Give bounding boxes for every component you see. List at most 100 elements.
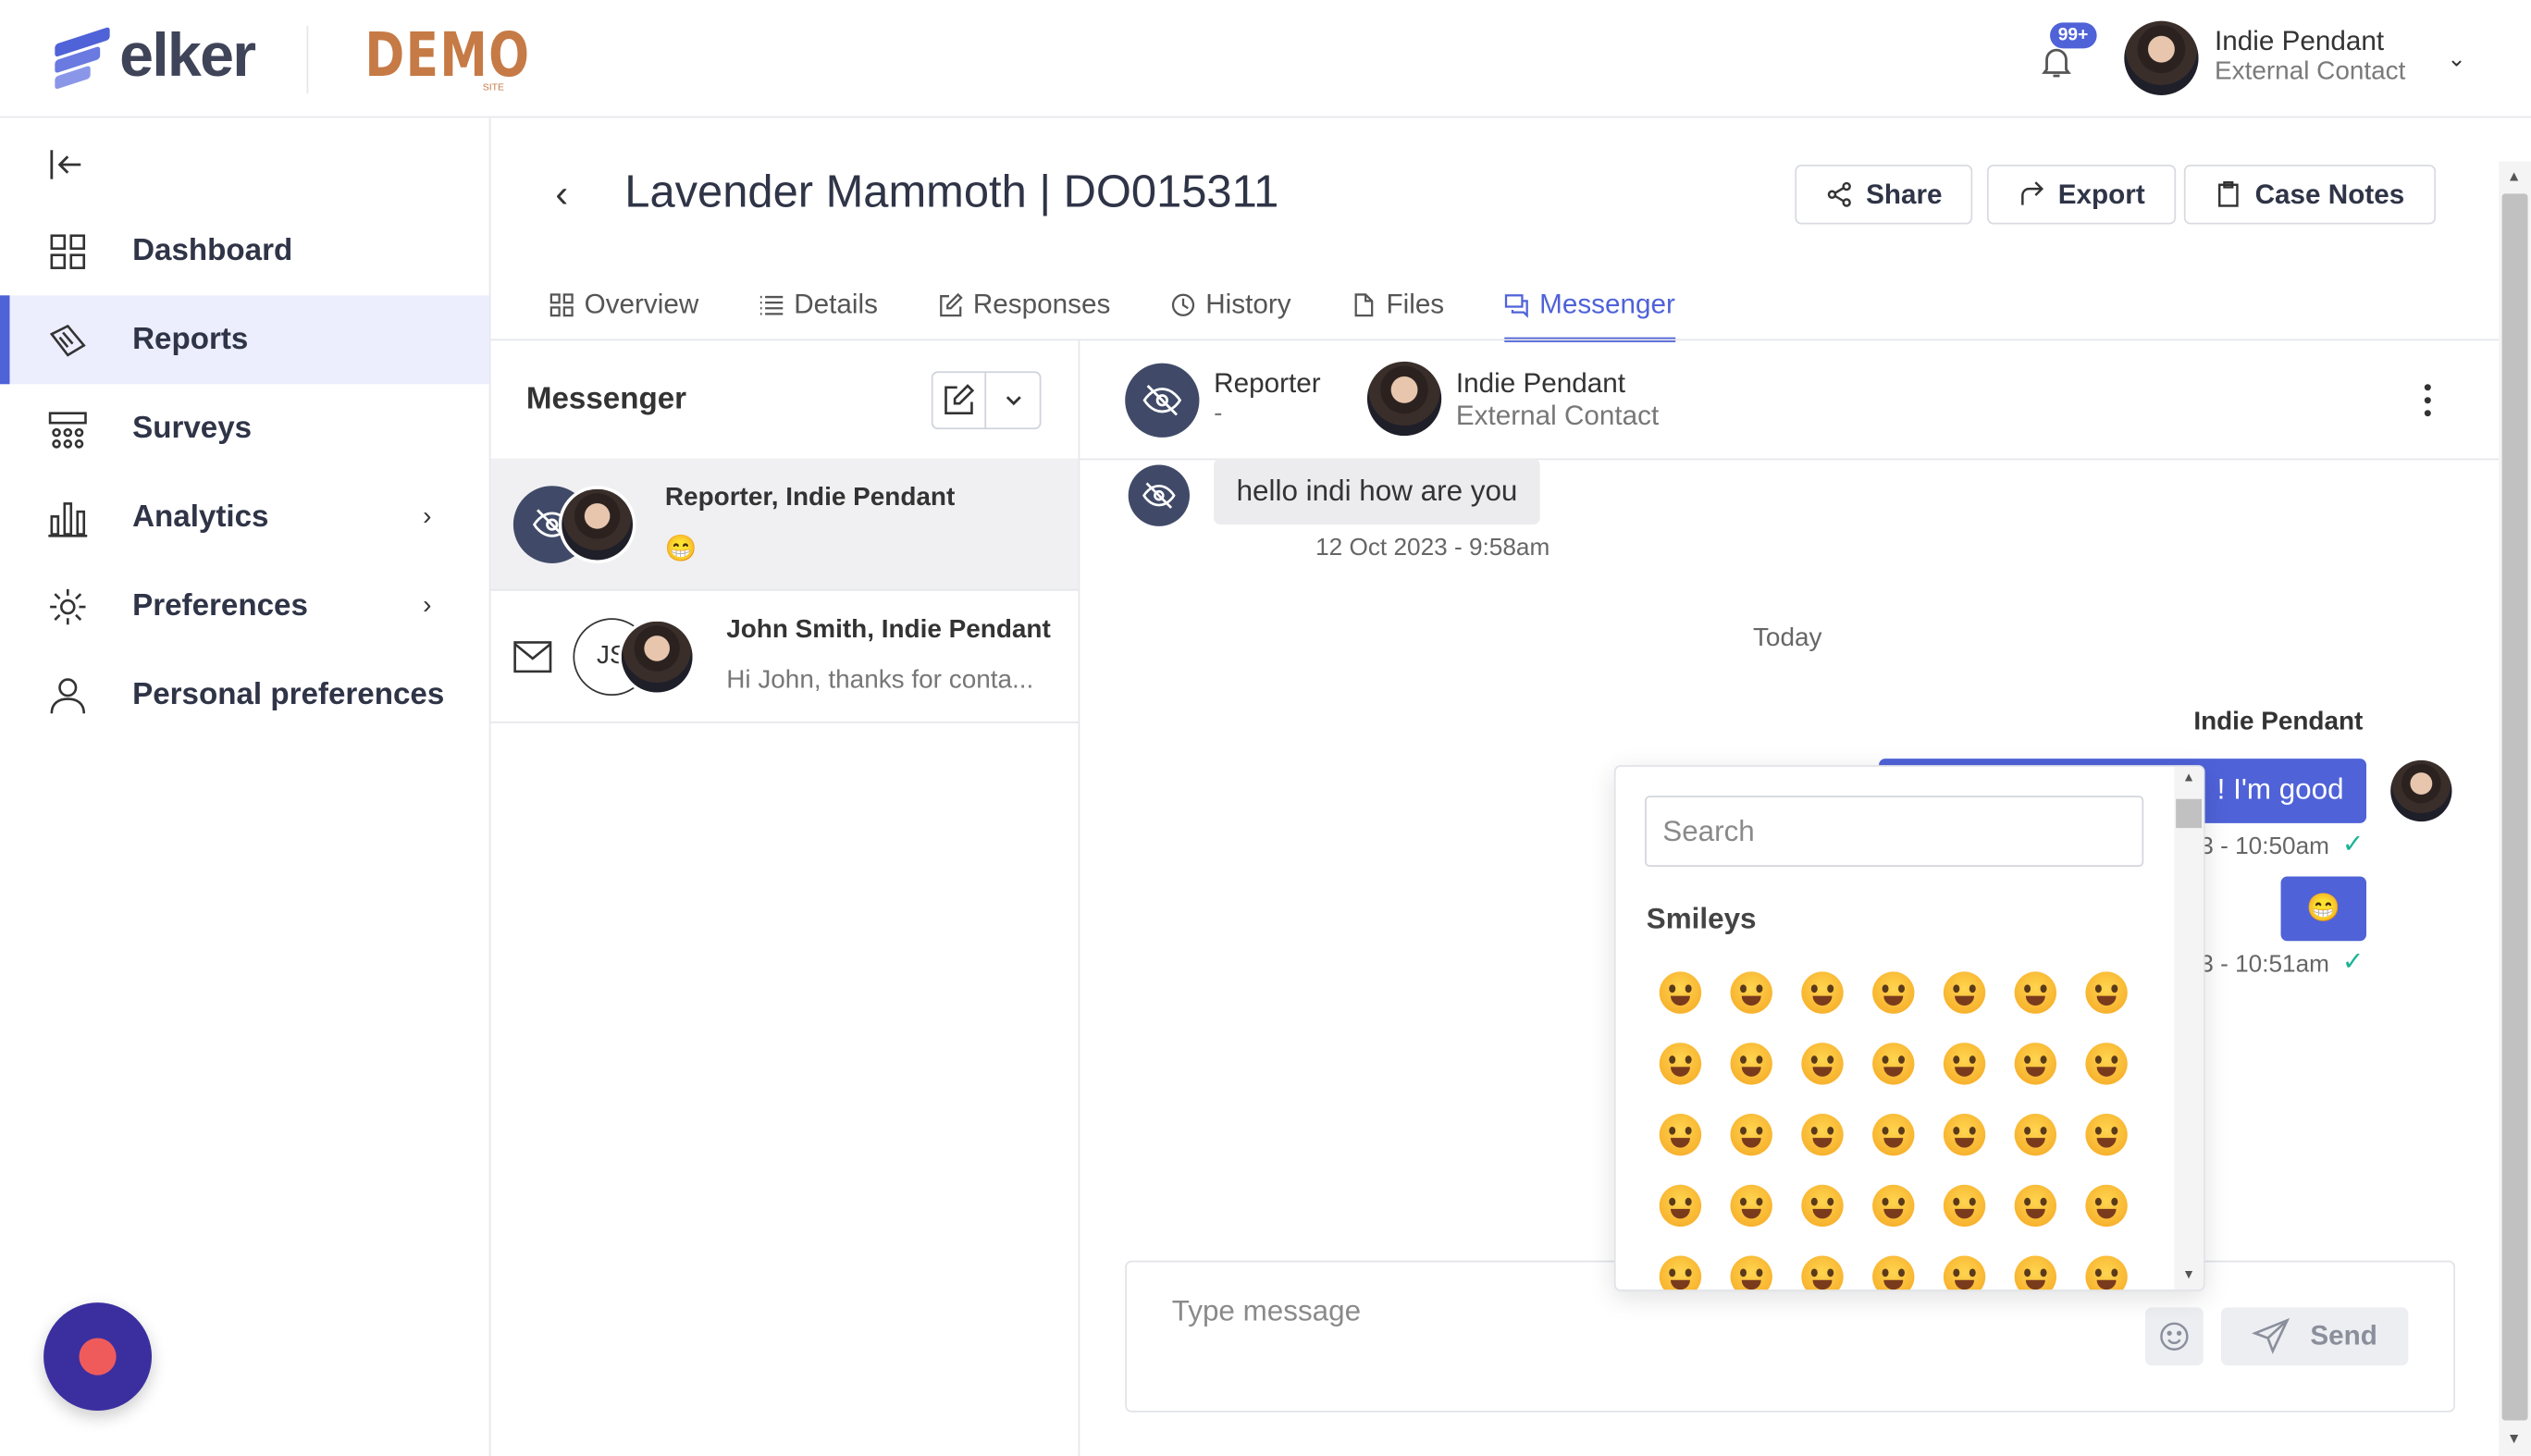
emoji-option[interactable] (1929, 1099, 2000, 1170)
emoji-option[interactable] (2000, 1029, 2071, 1100)
message-input[interactable] (1171, 1294, 2076, 1329)
emoji-option[interactable] (2000, 1241, 2071, 1290)
conversation-item[interactable]: JS John Smith, Indie Pendant Hi John, th… (490, 591, 1079, 723)
emoji-scrollbar[interactable]: ▲ ▼ (2174, 766, 2204, 1290)
conversation-item[interactable]: Reporter, Indie Pendant 😁 (490, 458, 1079, 591)
scroll-thumb[interactable] (2501, 193, 2528, 1421)
collapse-sidebar-icon[interactable] (45, 143, 87, 185)
tab-messenger[interactable]: Messenger (1503, 269, 1676, 342)
emoji-option[interactable] (2000, 1170, 2071, 1241)
more-vertical-icon[interactable] (2416, 383, 2438, 418)
emoji-option[interactable] (1645, 1029, 1716, 1100)
emoji-picker: Smileys ▲ ▼ (1613, 765, 2205, 1291)
emoji-option[interactable] (1645, 957, 1716, 1029)
sidebar-item-analytics[interactable]: Analytics › (0, 473, 489, 561)
message-timestamp: 3 - 10:50am (2200, 833, 2329, 861)
emoji-option[interactable] (1929, 1241, 2000, 1290)
emoji-option[interactable] (1716, 1241, 1787, 1290)
tab-history[interactable]: History (1170, 269, 1291, 340)
tab-responses[interactable]: Responses (937, 269, 1110, 340)
sidebar-item-label: Reports (132, 322, 249, 356)
emoji-option[interactable] (1929, 1170, 2000, 1241)
new-conversation-button[interactable] (931, 371, 1042, 430)
compose-icon[interactable] (933, 373, 987, 428)
emoji-option[interactable] (2000, 957, 2071, 1029)
emoji-option[interactable] (1716, 1099, 1787, 1170)
demo-site-sub: SITE (482, 83, 505, 94)
emoji-option[interactable] (2071, 1029, 2142, 1100)
emoji-option[interactable] (2071, 1170, 2142, 1241)
conversation-title: John Smith, Indie Pendant (726, 616, 1051, 645)
tab-files[interactable]: Files (1351, 269, 1444, 340)
chevron-down-icon[interactable] (986, 373, 1040, 427)
emoji-option[interactable] (2000, 1099, 2071, 1170)
emoji-option[interactable] (1858, 1170, 1929, 1241)
emoji-option[interactable] (1787, 957, 1858, 1029)
emoji-option[interactable] (1716, 1170, 1787, 1241)
emoji-option[interactable] (1858, 1029, 1929, 1100)
emoji-option[interactable] (1929, 957, 2000, 1029)
share-button[interactable]: Share (1795, 164, 1973, 225)
emoji-option[interactable] (1645, 1241, 1716, 1290)
sidebar-item-preferences[interactable]: Preferences › (0, 561, 489, 650)
emoji-option[interactable] (1858, 957, 1929, 1029)
emoji-option[interactable] (1787, 1241, 1858, 1290)
tab-overview[interactable]: Overview (549, 269, 698, 340)
emoji-option[interactable] (1716, 957, 1787, 1029)
sidebar-item-dashboard[interactable]: Dashboard (0, 206, 489, 295)
tab-details[interactable]: Details (759, 269, 878, 340)
send-button[interactable]: Send (2220, 1307, 2409, 1366)
sidebar-item-reports[interactable]: Reports (0, 295, 489, 385)
emoji-option[interactable] (1858, 1241, 1929, 1290)
message-timestamp: 3 - 10:51am (2200, 950, 2329, 979)
emoji-face-icon (1801, 1043, 1844, 1085)
list-icon (759, 295, 784, 315)
chevron-down-icon[interactable]: ⌄ (2447, 45, 2465, 73)
emoji-face-icon (2085, 1255, 2128, 1290)
emoji-face-icon (1943, 1043, 1986, 1085)
demo-site-label: DEMO (364, 19, 531, 91)
participant-role: - (1214, 400, 1223, 428)
conversation-preview: 😁 (664, 536, 698, 563)
help-launcher-button[interactable] (43, 1302, 153, 1412)
emoji-face-icon (1659, 1113, 1702, 1156)
emoji-option[interactable] (1787, 1029, 1858, 1100)
scroll-down-icon[interactable]: ▼ (2507, 1430, 2522, 1446)
back-arrow-icon[interactable]: ‹ (555, 173, 568, 218)
user-name[interactable]: Indie Pendant (2215, 26, 2384, 58)
participant-name: Indie Pendant (1455, 367, 1625, 399)
page-scrollbar[interactable]: ▲ ▼ (2499, 161, 2531, 1456)
emoji-face-icon (2085, 971, 2128, 1014)
emoji-option[interactable] (1645, 1099, 1716, 1170)
user-avatar[interactable] (2124, 20, 2199, 95)
emoji-face-icon (1730, 1255, 1772, 1290)
emoji-option[interactable] (1858, 1099, 1929, 1170)
emoji-option[interactable] (1716, 1029, 1787, 1100)
emoji-face-icon (1730, 1043, 1772, 1085)
export-label: Export (2057, 178, 2145, 209)
emoji-option[interactable] (2071, 1099, 2142, 1170)
case-notes-label: Case Notes (2254, 178, 2405, 209)
smiley-icon (2160, 1322, 2189, 1351)
sidebar-item-personal-preferences[interactable]: Personal preferences (0, 650, 489, 739)
chevron-right-icon: › (423, 502, 432, 531)
export-button[interactable]: Export (1986, 164, 2176, 225)
emoji-button[interactable] (2144, 1307, 2204, 1366)
conversation-title: Reporter, Indie Pendant (664, 484, 956, 512)
logo-divider (306, 25, 309, 94)
sidebar-item-surveys[interactable]: Surveys (0, 384, 489, 473)
emoji-option[interactable] (1787, 1099, 1858, 1170)
emoji-face-icon (1872, 971, 1915, 1014)
emoji-face-icon (1801, 1113, 1844, 1156)
emoji-option[interactable] (2071, 957, 2142, 1029)
scroll-up-icon[interactable]: ▲ (2507, 167, 2522, 183)
emoji-option[interactable] (1787, 1170, 1858, 1241)
emoji-option[interactable] (1929, 1029, 2000, 1100)
elker-logo[interactable]: elker (55, 22, 256, 92)
emoji-search-input[interactable] (1645, 796, 2144, 868)
case-notes-button[interactable]: Case Notes (2183, 164, 2436, 225)
emoji-option[interactable] (2071, 1241, 2142, 1290)
delivered-check-icon: ✓ (2341, 949, 2364, 977)
emoji-option[interactable] (1645, 1170, 1716, 1241)
scroll-thumb[interactable] (2176, 798, 2203, 829)
